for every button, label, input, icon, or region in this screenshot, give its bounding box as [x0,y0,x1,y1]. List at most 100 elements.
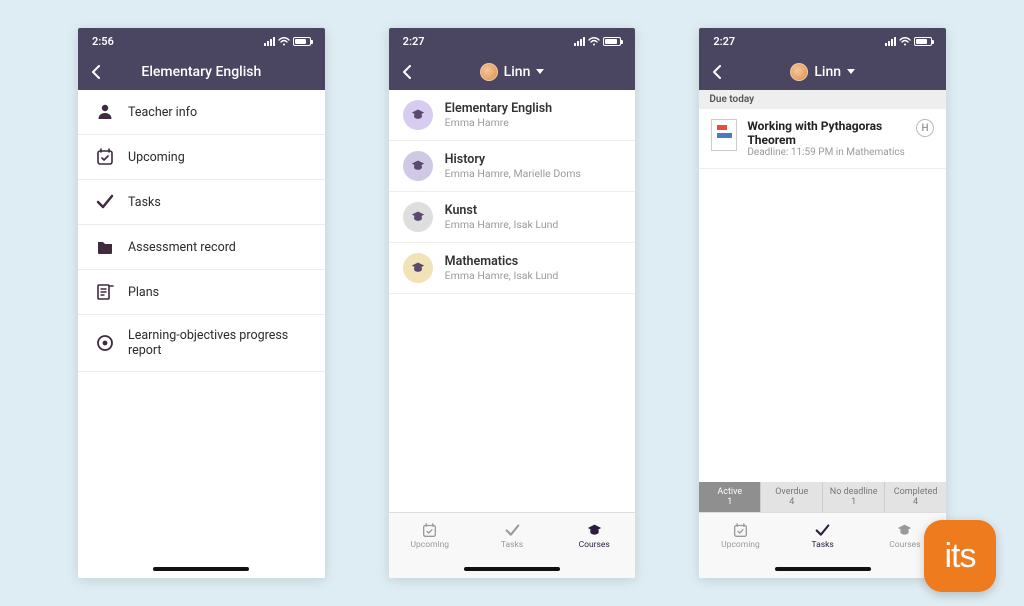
signal-icon [885,37,896,46]
task-filter-segmented: Active 1 Overdue 4 No deadline 1 Complet… [699,482,946,512]
user-icon [96,103,114,121]
target-icon [96,334,114,352]
status-time: 2:56 [92,35,114,48]
status-icons [885,37,932,46]
wifi-icon [588,37,600,46]
course-item[interactable]: Mathematics Emma Hamre, Isak Lund [389,243,636,294]
wifi-icon [278,37,290,46]
status-time: 2:27 [403,35,425,48]
check-icon [504,523,521,538]
calendar-check-icon [96,148,114,166]
folder-icon [96,238,114,256]
user-switcher[interactable]: Linn [389,63,636,81]
course-name: Mathematics [445,254,559,269]
status-icons [574,37,621,46]
check-icon [96,193,114,211]
tab-upcoming[interactable]: Upcoming [389,513,471,560]
tab-bar: Upcoming Tasks Courses [389,512,636,560]
calendar-check-icon [732,523,749,538]
user-name: Linn [504,64,531,80]
menu-item[interactable]: Learning-objectives progress report [78,315,325,372]
status-bar: 2:56 [78,28,325,54]
task-badge: H [916,119,934,137]
tab-tasks[interactable]: Tasks [471,513,553,560]
menu-item[interactable]: Assessment record [78,225,325,270]
user-switcher[interactable]: Linn [699,63,946,81]
grad-cap-icon [410,210,426,224]
course-name: Elementary English [445,101,552,116]
grad-cap-icon [410,159,426,173]
plans-icon [96,283,114,301]
menu-item[interactable]: Teacher info [78,90,325,135]
wifi-icon [899,37,911,46]
back-button[interactable] [78,65,114,79]
segment-active[interactable]: Active 1 [699,482,761,512]
course-name: History [445,152,581,167]
menu-item[interactable]: Plans [78,270,325,315]
menu-item-label: Learning-objectives progress report [128,328,307,358]
tab-label: Tasks [812,540,834,550]
segment-count: 1 [699,497,760,507]
home-indicator[interactable] [699,560,946,578]
task-subtitle: Deadline: 11:59 PM in Mathematics [747,147,906,158]
battery-icon [603,37,621,46]
segment-label: Overdue [761,487,822,497]
nav-header: Linn [699,54,946,90]
tab-label: Tasks [501,540,523,550]
its-logo: its [924,520,996,592]
segment-label: Completed [885,487,946,497]
menu-item-label: Assessment record [128,240,236,255]
segment-count: 1 [823,497,884,507]
segment-overdue[interactable]: Overdue 4 [761,482,823,512]
signal-icon [574,37,585,46]
grad-cap-icon [410,108,426,122]
home-indicator[interactable] [389,560,636,578]
tab-label: Upcoming [721,540,760,550]
course-item[interactable]: Elementary English Emma Hamre [389,90,636,141]
course-item[interactable]: Kunst Emma Hamre, Isak Lund [389,192,636,243]
tab-tasks[interactable]: Tasks [782,513,864,560]
task-title: Working with Pythagoras Theorem [747,119,906,147]
tab-upcoming[interactable]: Upcoming [699,513,781,560]
task-row[interactable]: Working with Pythagoras Theorem Deadline… [699,109,946,169]
phone-courses: 2:27 Linn Elementary Engli [389,28,636,578]
course-teachers: Emma Hamre [445,116,552,129]
course-teachers: Emma Hamre, Isak Lund [445,269,559,282]
phone-tasks: 2:27 Linn Due today Working with Py [699,28,946,578]
menu-item-label: Plans [128,285,159,300]
tab-courses[interactable]: Courses [553,513,635,560]
menu-item-label: Tasks [128,195,161,210]
segment-no deadline[interactable]: No deadline 1 [823,482,885,512]
calendar-check-icon [421,523,438,538]
course-item[interactable]: History Emma Hamre, Marielle Doms [389,141,636,192]
avatar [480,63,498,81]
section-header: Due today [699,90,946,109]
segment-count: 4 [761,497,822,507]
signal-icon [264,37,275,46]
status-bar: 2:27 [699,28,946,54]
nav-header: Linn [389,54,636,90]
user-name: Linn [814,64,841,80]
tab-bar: Upcoming Tasks Courses [699,512,946,560]
menu-item-label: Upcoming [128,150,185,165]
document-icon [711,119,737,151]
grad-cap-icon [410,261,426,275]
course-teachers: Emma Hamre, Isak Lund [445,218,559,231]
home-indicator[interactable] [78,560,325,578]
course-teachers: Emma Hamre, Marielle Doms [445,167,581,180]
tab-label: Courses [889,540,920,550]
menu-item[interactable]: Upcoming [78,135,325,180]
tab-label: Courses [579,540,610,550]
menu-item-label: Teacher info [128,105,197,120]
phone-course-menu: 2:56 Elementary English Teacher info Upc… [78,28,325,578]
grad-cap-icon [586,523,603,538]
chevron-left-icon [91,65,101,79]
grad-cap-icon [896,523,913,538]
menu-item[interactable]: Tasks [78,180,325,225]
segment-completed[interactable]: Completed 4 [885,482,946,512]
segment-label: Active [699,487,760,497]
status-icons [264,37,311,46]
status-time: 2:27 [713,35,735,48]
tab-label: Upcoming [410,540,449,550]
page-title: Elementary English [141,64,261,80]
